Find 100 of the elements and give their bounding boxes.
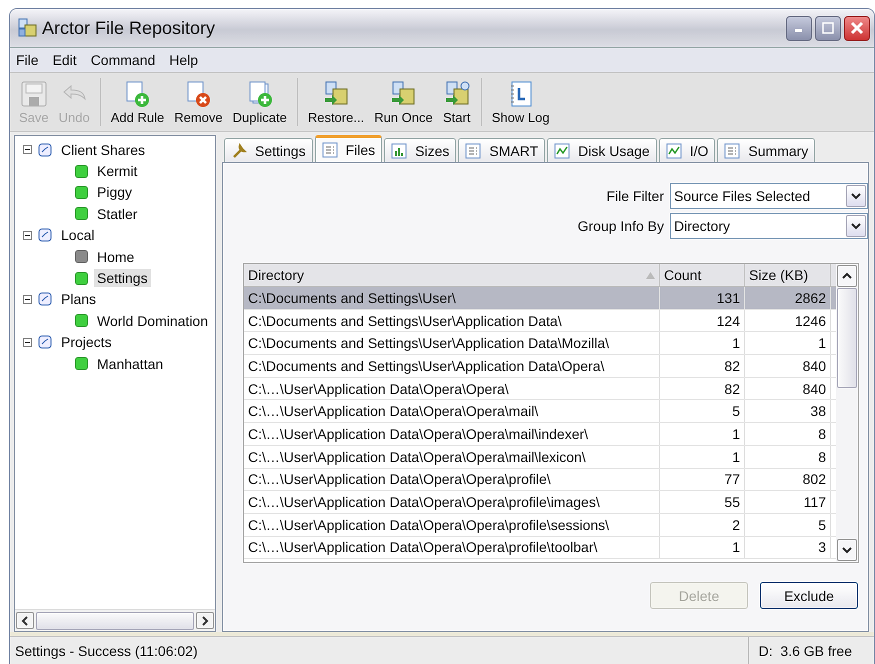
table-row[interactable]: C:\Documents and Settings\User\Application Data\ 124 1246 — [244, 310, 836, 332]
table-row[interactable]: C:\…\User\Application Data\Opera\Opera\mail\ 5 38 — [244, 400, 836, 424]
table-cell: 802 — [745, 468, 831, 490]
table-cell: 8 — [745, 446, 831, 468]
minus-icon — [23, 338, 32, 347]
column-header[interactable]: Directory — [244, 264, 660, 286]
tab[interactable]: I/O — [658, 138, 716, 162]
table-row[interactable]: C:\…\User\Application Data\Opera\Opera\profile\sessions\ 2 5 — [244, 514, 836, 537]
table-row[interactable]: C:\…\User\Application Data\Opera\Opera\profile\ 77 802 — [244, 468, 836, 492]
tree-item[interactable]: Manhattan — [94, 354, 166, 373]
column-header[interactable]: Count — [660, 264, 745, 286]
table-row[interactable]: C:\…\User\Application Data\Opera\Opera\ 82 840 — [244, 378, 836, 400]
toolbar-button[interactable]: Show Log — [488, 78, 553, 126]
tree-group[interactable]: Local — [58, 226, 98, 244]
dropdown[interactable]: Directory — [670, 213, 868, 239]
action-button[interactable]: Exclude — [760, 582, 858, 609]
menu-item[interactable]: File — [16, 52, 39, 68]
sync-documents-icon — [389, 80, 418, 108]
table-cell: 1 — [745, 332, 831, 354]
toolbar-button[interactable]: Duplicate — [230, 78, 290, 126]
toolbar-button[interactable]: Start — [440, 78, 474, 126]
menu-item[interactable]: Edit — [52, 52, 77, 68]
table-cell: 55 — [660, 491, 745, 513]
table-cell: 117 — [745, 491, 831, 513]
table-cell: C:\…\User\Application Data\Opera\Opera\mail\ — [244, 400, 660, 422]
dropdown-button[interactable] — [846, 215, 866, 237]
tree-group[interactable]: Client Shares — [58, 140, 148, 159]
caret-icon — [851, 192, 861, 200]
scroll-left-button[interactable] — [16, 612, 34, 629]
tree-item[interactable]: Piggy — [94, 183, 136, 202]
window-title: Arctor File Repository — [42, 18, 216, 38]
tab[interactable]: Files — [314, 135, 382, 162]
horizontal-scrollbar[interactable] — [15, 609, 215, 631]
close-button[interactable] — [844, 16, 870, 40]
maximize-icon — [822, 22, 834, 34]
table-cell: 131 — [660, 287, 745, 309]
tree-group[interactable]: Plans — [58, 290, 100, 308]
scroll-thumb[interactable] — [36, 612, 194, 630]
disk-free-label: D: 3.6 GB free — [748, 637, 874, 664]
table-cell: 5 — [660, 400, 745, 422]
tree-group[interactable]: Projects — [58, 333, 115, 352]
tree-item[interactable]: Home — [94, 248, 138, 266]
table-cell: C:\Documents and Settings\User\Application Data\Mozilla\ — [244, 332, 660, 354]
dropdown[interactable]: Source Files Selected — [670, 183, 868, 209]
tree-item[interactable]: Settings — [94, 269, 151, 288]
table-cell: 124 — [660, 310, 745, 332]
tree-item[interactable]: Kermit — [94, 162, 140, 180]
menu-item[interactable]: Help — [169, 52, 198, 68]
tree-item[interactable]: Statler — [94, 204, 140, 223]
line-graph-icon — [666, 142, 682, 158]
column-header[interactable]: Size (KB) — [745, 264, 831, 286]
table-cell: 1 — [660, 446, 745, 468]
tab[interactable]: Sizes — [384, 138, 456, 162]
minus-icon — [23, 230, 32, 240]
collapse-toggle[interactable] — [23, 294, 32, 304]
vertical-scrollbar[interactable] — [836, 264, 858, 562]
minimize-button[interactable] — [786, 16, 812, 40]
collapse-toggle[interactable] — [23, 145, 32, 154]
scroll-right-button[interactable] — [196, 612, 214, 629]
toolbar-button[interactable]: Remove — [171, 78, 226, 126]
app-icon — [18, 18, 38, 38]
list-icon — [724, 142, 740, 158]
tab[interactable]: Disk Usage — [547, 138, 657, 162]
wrench-icon — [231, 142, 247, 158]
table-cell: 3 — [745, 536, 831, 558]
table-row[interactable]: C:\…\User\Application Data\Opera\Opera\mail\lexicon\ 1 8 — [244, 446, 836, 468]
collapse-toggle[interactable] — [23, 230, 32, 240]
scroll-down-button[interactable] — [837, 539, 857, 561]
dropdown-button[interactable] — [846, 185, 866, 207]
table-row[interactable]: C:\Documents and Settings\User\Application Data\Opera\ 82 840 — [244, 355, 836, 378]
toolbar-button[interactable]: Run Once — [371, 78, 436, 126]
table-cell: C:\…\User\Application Data\Opera\Opera\profile\sessions\ — [244, 514, 660, 536]
table-row[interactable]: C:\Documents and Settings\User\ 131 2862 — [244, 287, 836, 310]
table-cell: 840 — [745, 355, 831, 377]
table-cell: C:\Documents and Settings\User\Application Data\ — [244, 310, 660, 332]
tab[interactable]: Settings — [224, 138, 313, 162]
table-cell: C:\…\User\Application Data\Opera\Opera\profile\images\ — [244, 491, 660, 513]
table-cell: 82 — [660, 355, 745, 377]
bar-chart-icon — [391, 142, 408, 158]
menu-item[interactable]: Command — [90, 52, 156, 68]
table-cell: C:\Documents and Settings\User\Application Data\Opera\ — [244, 355, 660, 377]
scroll-up-button[interactable] — [837, 265, 857, 287]
table-row[interactable]: C:\…\User\Application Data\Opera\Opera\mail\indexer\ 1 8 — [244, 423, 836, 446]
table-row[interactable]: C:\…\User\Application Data\Opera\Opera\profile\toolbar\ 1 3 — [244, 536, 836, 560]
table-row[interactable]: C:\Documents and Settings\User\Application Data\Mozilla\ 1 1 — [244, 332, 836, 356]
table-cell: C:\…\User\Application Data\Opera\Opera\mail\indexer\ — [244, 423, 660, 445]
scroll-thumb[interactable] — [837, 288, 857, 388]
table-cell: 8 — [745, 423, 831, 445]
toolbar-button[interactable]: Add Rule — [108, 78, 168, 126]
toolbar-button[interactable]: Restore... — [304, 78, 368, 126]
collapse-toggle[interactable] — [23, 338, 32, 347]
tab[interactable]: SMART — [458, 138, 546, 162]
table-cell: C:\Documents and Settings\User\ — [244, 287, 660, 309]
table-cell: 2 — [660, 514, 745, 536]
maximize-button[interactable] — [815, 16, 841, 40]
table-row[interactable]: C:\…\User\Application Data\Opera\Opera\profile\images\ 55 117 — [244, 491, 836, 514]
tab[interactable]: Summary — [717, 138, 816, 162]
table-cell: C:\…\User\Application Data\Opera\Opera\mail\lexicon\ — [244, 446, 660, 468]
tree-item[interactable]: World Domination — [94, 312, 212, 330]
sync-documents-icon — [322, 80, 350, 108]
